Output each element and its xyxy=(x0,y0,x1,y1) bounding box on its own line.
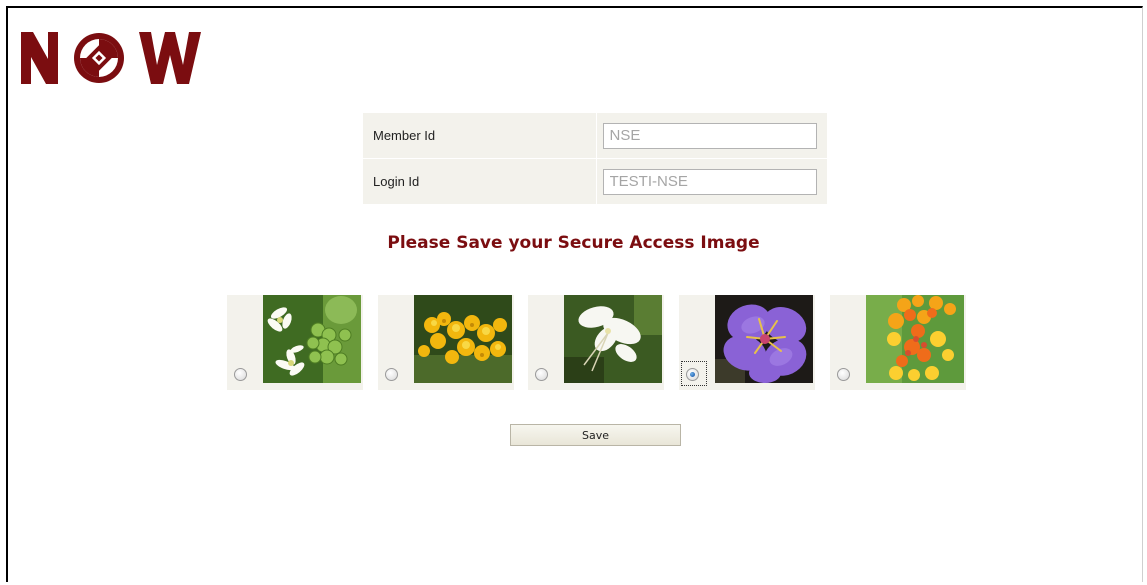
login-id-label: Login Id xyxy=(363,158,597,204)
login-id-input[interactable] xyxy=(602,168,817,195)
now-logo xyxy=(21,32,201,84)
image-option-4[interactable] xyxy=(679,295,815,390)
page-frame xyxy=(6,6,1143,582)
image-option-2[interactable] xyxy=(378,295,514,390)
radio-selected-dot xyxy=(690,372,695,377)
white-green-buds-flower-image[interactable] xyxy=(263,295,361,383)
credentials-table: Member Id Login Id xyxy=(363,113,827,204)
image-radio-2[interactable] xyxy=(385,368,398,381)
orange-yellow-lantana-image[interactable] xyxy=(866,295,964,383)
secure-image-options xyxy=(227,295,967,390)
member-id-row: Member Id xyxy=(363,113,827,159)
login-id-row: Login Id xyxy=(363,158,827,204)
image-option-5[interactable] xyxy=(830,295,966,390)
image-radio-5[interactable] xyxy=(837,368,850,381)
yellow-flower-cluster-image[interactable] xyxy=(414,295,512,383)
image-radio-1[interactable] xyxy=(234,368,247,381)
image-radio-4[interactable] xyxy=(686,368,699,381)
purple-flower-image[interactable] xyxy=(715,295,813,383)
white-flower-image[interactable] xyxy=(564,295,662,383)
image-option-1[interactable] xyxy=(227,295,363,390)
member-id-label: Member Id xyxy=(363,113,597,159)
image-option-3[interactable] xyxy=(528,295,664,390)
member-id-input[interactable] xyxy=(602,122,817,149)
page-heading: Please Save your Secure Access Image xyxy=(387,233,760,253)
image-radio-3[interactable] xyxy=(535,368,548,381)
save-button[interactable]: Save xyxy=(510,424,681,446)
